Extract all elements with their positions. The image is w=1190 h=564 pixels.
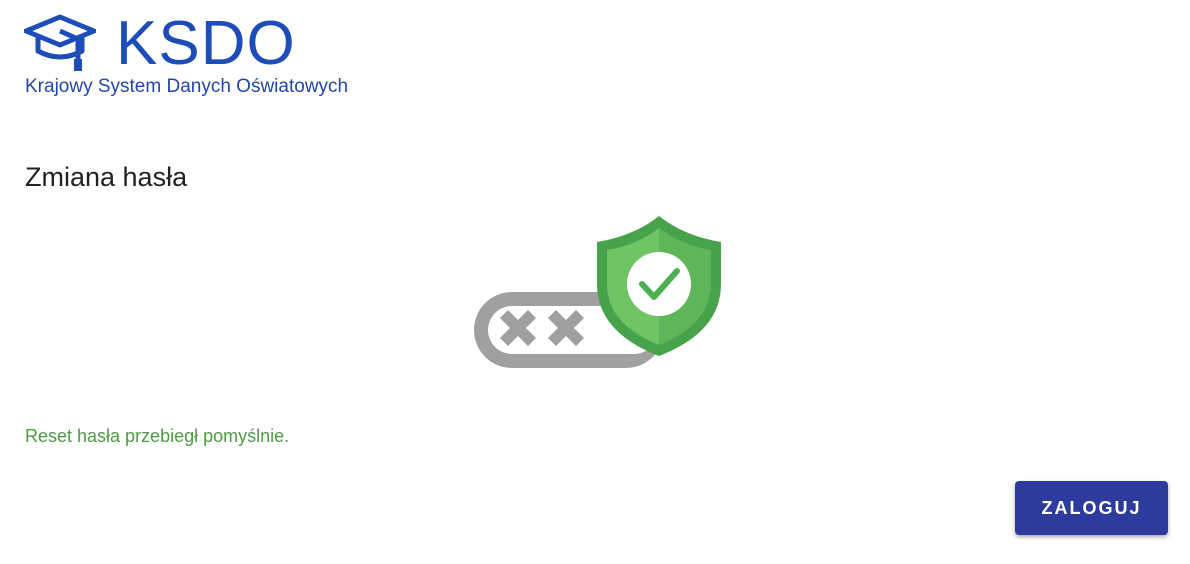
logo[interactable]: KSDO Krajowy System Danych Oświatowych	[24, 12, 348, 98]
page: KSDO Krajowy System Danych Oświatowych Z…	[0, 0, 1190, 564]
logo-subtitle: Krajowy System Danych Oświatowych	[25, 76, 349, 97]
page-title: Zmiana hasła	[25, 162, 188, 192]
logo-title: KSDO	[116, 9, 296, 78]
logo-row: KSDO	[24, 12, 348, 76]
password-shield-check-icon	[474, 216, 721, 368]
login-button[interactable]: ZALOGUJ	[1015, 481, 1168, 535]
success-message: Reset hasła przebiegł pomyślnie.	[25, 426, 290, 446]
graduation-cap-icon	[24, 14, 96, 71]
